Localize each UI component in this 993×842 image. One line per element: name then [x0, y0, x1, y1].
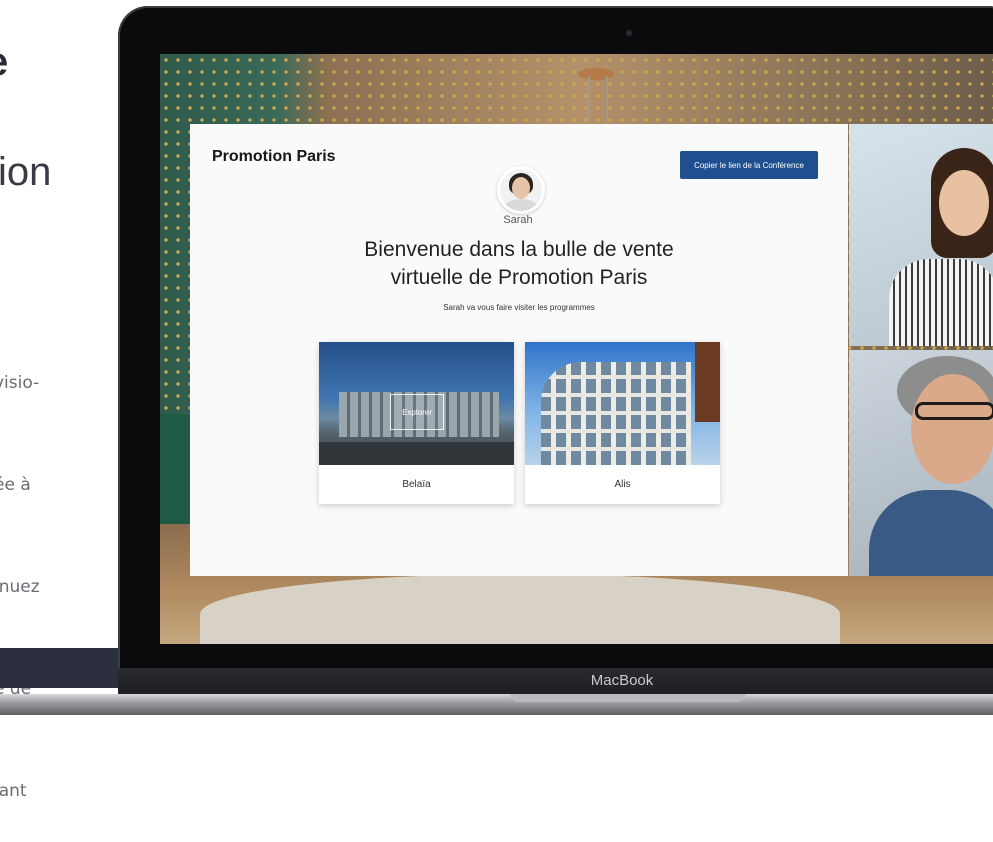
webcam-icon	[626, 30, 632, 36]
program-card-belaia[interactable]: Explorer Belaïa	[319, 342, 514, 504]
building-shape	[541, 362, 691, 465]
welcome-headline: Bienvenue dans la bulle de vente virtuel…	[290, 236, 748, 292]
participant-sweater	[869, 490, 993, 576]
marketing-paragraph: visio- ée à inuez e de lant	[0, 298, 114, 842]
avatar-face	[512, 177, 530, 199]
agent-name: Sarah	[503, 214, 533, 226]
program-image	[525, 342, 720, 465]
program-name: Alis	[614, 479, 631, 490]
marketing-paragraph-line: visio-	[0, 373, 40, 393]
participant-face	[911, 374, 993, 484]
marketing-subheading: ion	[0, 150, 52, 194]
participant-video-woman	[849, 124, 993, 346]
street-shape	[319, 442, 514, 465]
marketing-heading: e	[0, 40, 8, 85]
virtual-sales-card: Promotion Paris Copier le lien de la Con…	[190, 124, 848, 576]
agent-avatar	[497, 166, 545, 214]
laptop-notch	[510, 694, 746, 702]
lamp-rod	[588, 76, 608, 122]
glasses-icon	[915, 402, 993, 420]
welcome-headline-line: Bienvenue dans la bulle de vente	[364, 238, 674, 261]
screen-bezel	[128, 644, 993, 668]
room-rug	[200, 574, 840, 644]
program-name: Belaïa	[402, 479, 431, 490]
participant-video-man	[849, 350, 993, 576]
participant-shirt	[889, 259, 993, 346]
explore-button[interactable]: Explorer	[390, 394, 444, 430]
marketing-paragraph-line: lant	[0, 781, 27, 801]
copy-conference-link-button[interactable]: Copier le lien de la Conférence	[680, 151, 818, 179]
avatar-shirt	[504, 199, 538, 211]
program-image: Explorer	[319, 342, 514, 465]
program-card-alis[interactable]: Alis	[525, 342, 720, 504]
laptop-brand-label: MacBook	[590, 672, 654, 689]
laptop-base	[0, 694, 993, 715]
laptop-hinge	[118, 668, 993, 694]
marketing-paragraph-line: inuez	[0, 577, 40, 597]
welcome-subline: Sarah va vous faire visiter les programm…	[443, 303, 595, 312]
marketing-paragraph-line: ée à	[0, 475, 31, 495]
brand-title: Promotion Paris	[212, 148, 336, 165]
welcome-headline-line: virtuelle de Promotion Paris	[390, 266, 648, 289]
tree-shape	[695, 342, 720, 422]
participant-face	[939, 170, 989, 236]
